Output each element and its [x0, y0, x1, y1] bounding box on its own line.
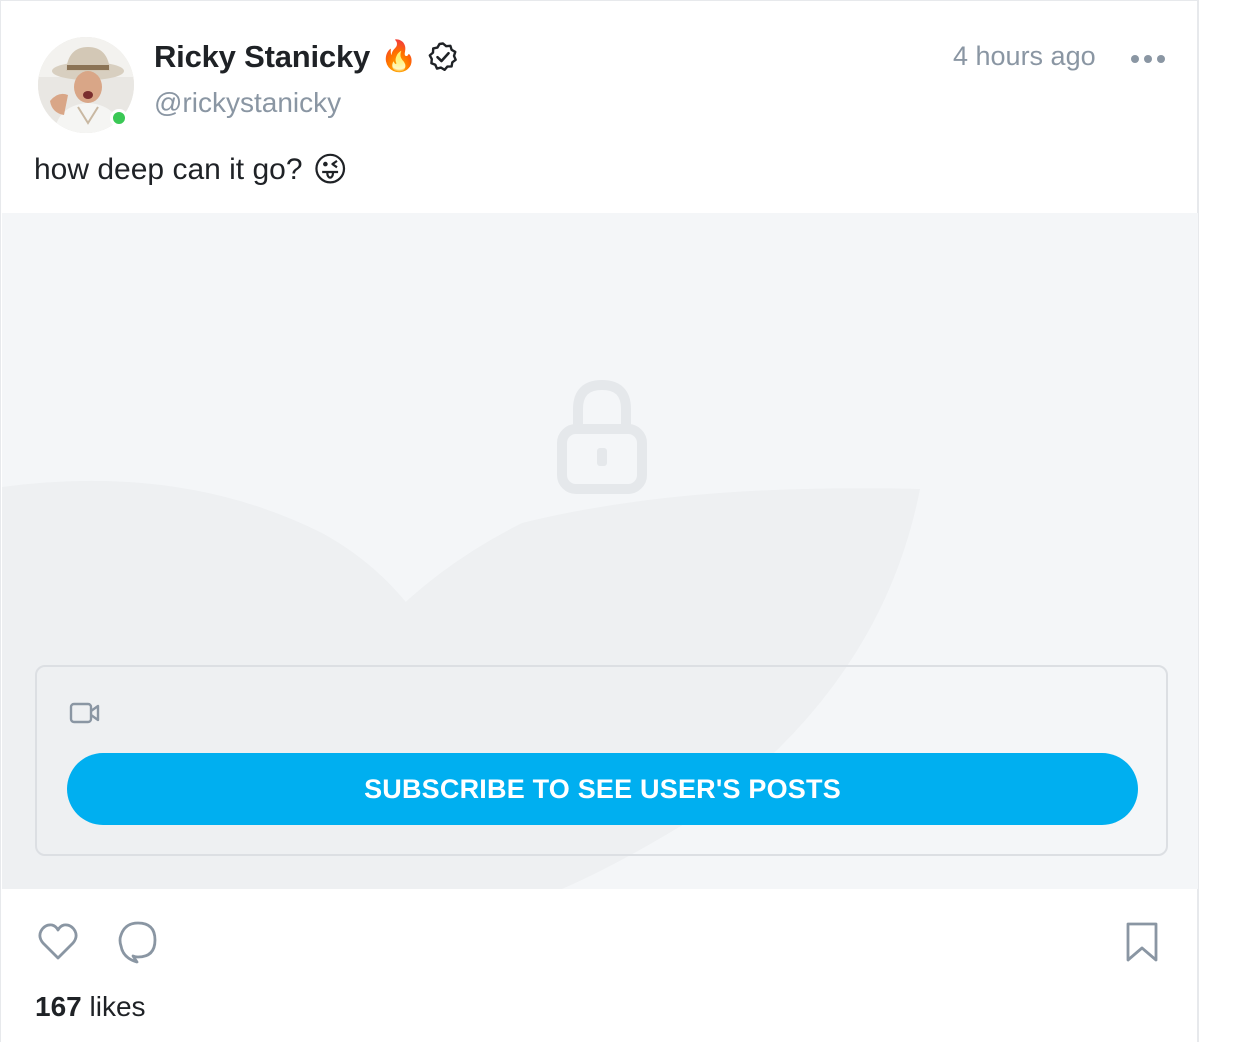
post-timestamp[interactable]: 4 hours ago — [953, 41, 1096, 72]
video-camera-icon — [69, 702, 100, 724]
winking-tongue-emoji: 😜 — [312, 151, 348, 189]
post-text-content: how deep can it go? — [34, 153, 303, 186]
lock-icon — [557, 379, 647, 494]
heart-icon — [38, 923, 78, 960]
subscribe-box: SUBSCRIBE TO SEE USER'S POSTS — [35, 665, 1168, 856]
locked-media-area: SUBSCRIBE TO SEE USER'S POSTS — [2, 213, 1198, 889]
like-button[interactable] — [37, 921, 79, 963]
likes-label: likes — [89, 991, 146, 1022]
bookmark-button[interactable] — [1123, 921, 1161, 963]
author-name[interactable]: Ricky Stanicky — [154, 39, 370, 75]
post-text: how deep can it go? 😜 — [34, 153, 348, 187]
likes-count[interactable]: 167 likes — [35, 991, 146, 1023]
comment-bubble-icon — [118, 921, 157, 964]
subscribe-button[interactable]: SUBSCRIBE TO SEE USER'S POSTS — [67, 753, 1138, 825]
verified-badge-icon — [427, 41, 459, 73]
more-dots-icon — [1131, 55, 1165, 63]
author-handle[interactable]: @rickystanicky — [154, 87, 341, 119]
more-options-button[interactable] — [1127, 45, 1169, 73]
online-status-dot — [110, 109, 128, 127]
comment-button[interactable] — [117, 920, 159, 964]
likes-number: 167 — [35, 991, 82, 1022]
bookmark-icon — [1126, 922, 1158, 962]
post-card: Ricky Stanicky 🔥 @rickystanicky 4 hours … — [0, 0, 1199, 1042]
avatar[interactable] — [38, 37, 134, 133]
fire-emoji: 🔥 — [380, 40, 418, 73]
author-name-row: Ricky Stanicky 🔥 — [154, 35, 459, 79]
